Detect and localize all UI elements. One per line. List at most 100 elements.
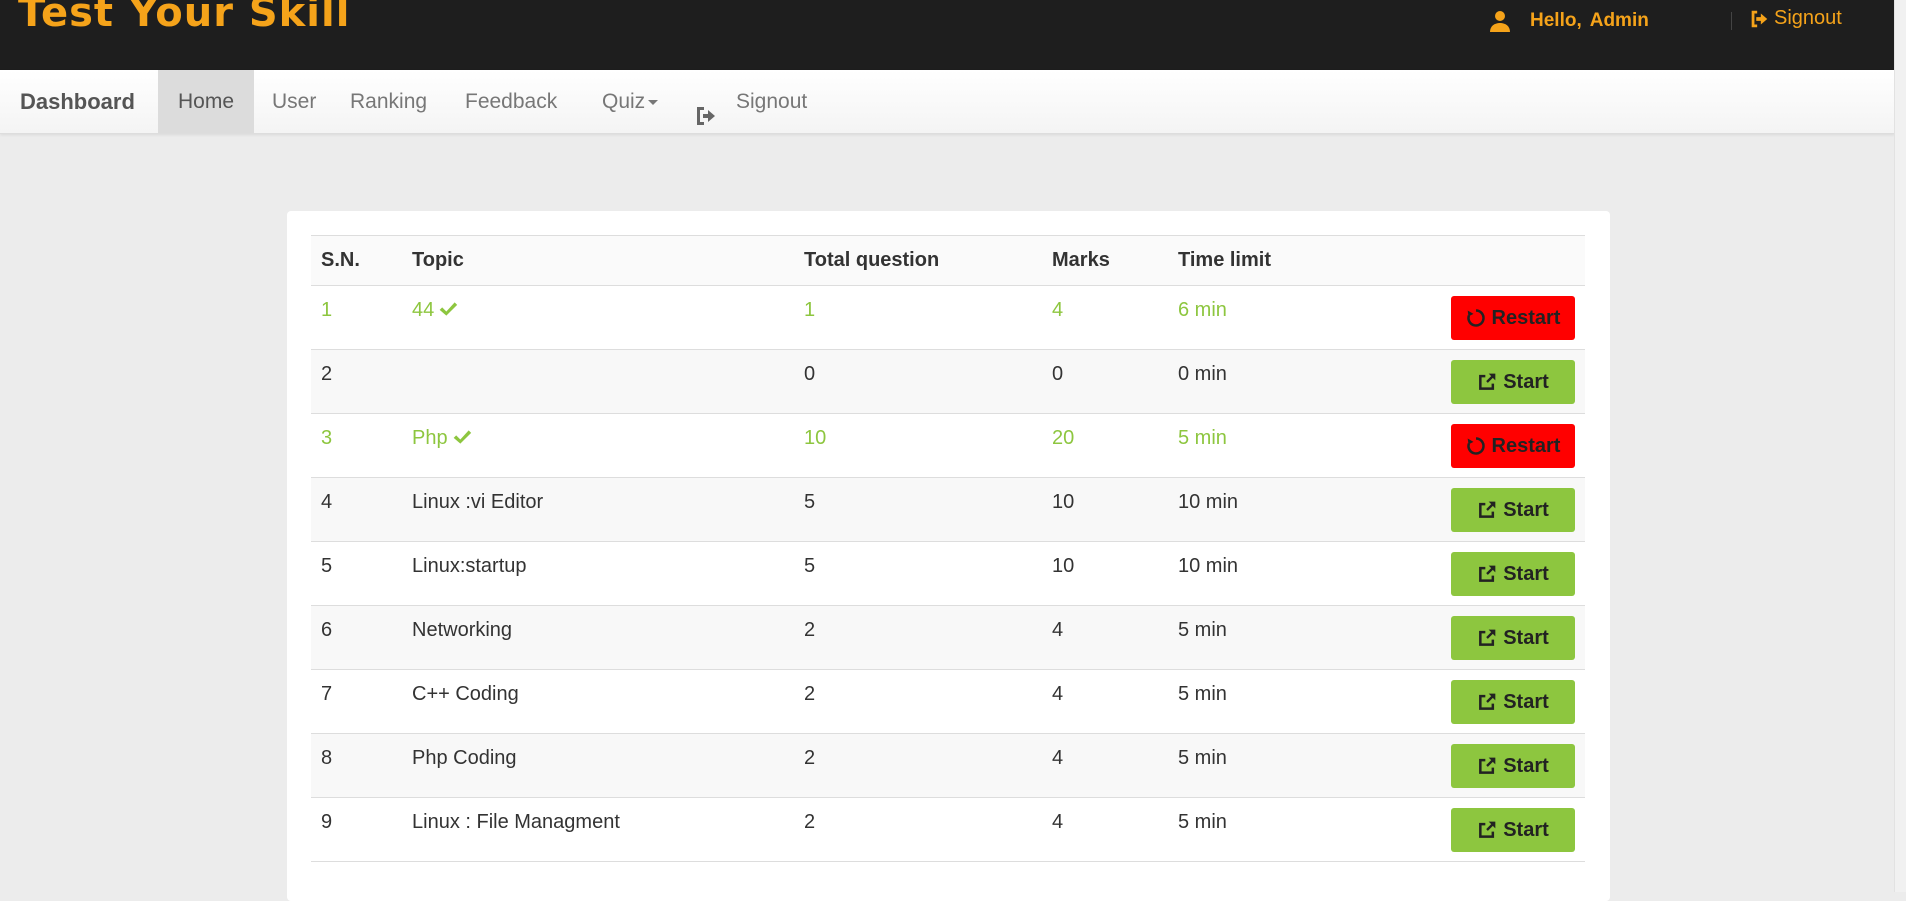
cell-action: Start: [1378, 541, 1585, 606]
cell-total-question: 5: [794, 541, 1042, 606]
start-button[interactable]: Start: [1451, 360, 1575, 404]
topic-text: Linux:startup: [412, 555, 527, 577]
cell-sn: 4: [311, 477, 402, 542]
cell-topic: [402, 349, 794, 414]
cell-total-question: 2: [794, 797, 1042, 862]
cell-time-limit: 5 min: [1168, 605, 1378, 670]
cell-marks: 20: [1042, 413, 1168, 478]
button-label: Start: [1503, 498, 1549, 521]
cell-marks: 4: [1042, 797, 1168, 862]
start-button[interactable]: Start: [1451, 680, 1575, 724]
external-link-icon: [1477, 628, 1497, 648]
cell-action: Start: [1378, 733, 1585, 798]
cell-time-limit: 6 min: [1168, 285, 1378, 350]
cell-marks: 0: [1042, 349, 1168, 414]
start-button[interactable]: Start: [1451, 616, 1575, 660]
col-sn: S.N.: [311, 235, 402, 286]
restart-button[interactable]: Restart: [1451, 424, 1575, 468]
topic-text: Php: [412, 427, 448, 449]
topic-text: Linux :vi Editor: [412, 491, 544, 513]
quiz-panel: S.N. Topic Total question Marks Time lim…: [287, 211, 1610, 901]
cell-topic: C++ Coding: [402, 669, 794, 734]
start-button[interactable]: Start: [1451, 552, 1575, 596]
cell-time-limit: 5 min: [1168, 797, 1378, 862]
check-icon: [452, 428, 472, 446]
cell-total-question: 10: [794, 413, 1042, 478]
nav-feedback[interactable]: Feedback: [465, 70, 557, 133]
vertical-scrollbar[interactable]: [1894, 0, 1906, 892]
cell-sn: 9: [311, 797, 402, 862]
cell-total-question: 0: [794, 349, 1042, 414]
cell-marks: 4: [1042, 669, 1168, 734]
button-label: Start: [1503, 754, 1549, 777]
cell-total-question: 5: [794, 477, 1042, 542]
cell-sn: 8: [311, 733, 402, 798]
cell-time-limit: 5 min: [1168, 669, 1378, 734]
quiz-table: S.N. Topic Total question Marks Time lim…: [311, 235, 1585, 862]
cell-action: Restart: [1378, 285, 1585, 350]
user-icon: [1488, 9, 1512, 33]
user-greeting: Hello, Admin: [1488, 9, 1649, 33]
cell-time-limit: 5 min: [1168, 413, 1378, 478]
table-row: 2000 min Start: [311, 349, 1585, 414]
external-link-icon: [1477, 820, 1497, 840]
cell-sn: 2: [311, 349, 402, 414]
greeting-text: Hello,: [1530, 10, 1582, 31]
cell-total-question: 1: [794, 285, 1042, 350]
nav-home[interactable]: Home: [158, 70, 254, 133]
topic-text: Linux : File Managment: [412, 811, 620, 833]
header-signout-label: Signout: [1774, 7, 1842, 29]
check-icon: [438, 300, 458, 318]
external-link-icon: [1477, 692, 1497, 712]
start-button[interactable]: Start: [1451, 808, 1575, 852]
cell-marks: 10: [1042, 541, 1168, 606]
external-link-icon: [1477, 564, 1497, 584]
cell-topic: Linux :vi Editor: [402, 477, 794, 542]
table-row: 5 Linux:startup 5 10 10 min Start: [311, 541, 1585, 606]
external-link-icon: [1477, 372, 1497, 392]
cell-topic: Linux : File Managment: [402, 797, 794, 862]
refresh-icon: [1466, 308, 1486, 328]
table-row: 8 Php Coding 2 4 5 min Start: [311, 733, 1585, 798]
nav-ranking[interactable]: Ranking: [350, 70, 427, 133]
col-marks: Marks: [1042, 235, 1168, 286]
topic-text: Php Coding: [412, 747, 517, 769]
cell-sn: 1: [311, 285, 402, 350]
brand-title: Test Your Skill: [18, 0, 351, 36]
table-body: 1 44 1 4 6 min Restart 2 0 0 0 min Start 3 Php 10 20 5 …: [311, 285, 1585, 862]
col-action: [1378, 235, 1585, 286]
cell-action: Restart: [1378, 413, 1585, 478]
nav-user[interactable]: User: [272, 70, 316, 133]
cell-sn: 6: [311, 605, 402, 670]
nav-dashboard[interactable]: Dashboard: [20, 70, 135, 133]
button-label: Start: [1503, 818, 1549, 841]
cell-sn: 3: [311, 413, 402, 478]
restart-button[interactable]: Restart: [1451, 296, 1575, 340]
col-time-limit: Time limit: [1168, 235, 1378, 286]
header-signout-link[interactable]: Signout: [1748, 7, 1842, 30]
nav-signout-label: Signout: [736, 90, 808, 113]
start-button[interactable]: Start: [1451, 488, 1575, 532]
nav-quiz-dropdown[interactable]: Quiz: [602, 70, 659, 133]
table-row: 6 Networking 2 4 5 min Start: [311, 605, 1585, 670]
button-label: Start: [1503, 626, 1549, 649]
nav-signout[interactable]: Signout: [694, 70, 807, 133]
cell-time-limit: 10 min: [1168, 477, 1378, 542]
cell-action: Start: [1378, 477, 1585, 542]
cell-sn: 7: [311, 669, 402, 734]
table-row: 9 Linux : File Managment 2 4 5 min Start: [311, 797, 1585, 862]
caret-down-icon: [648, 99, 659, 105]
user-name: Admin: [1589, 10, 1649, 31]
cell-topic: Linux:startup: [402, 541, 794, 606]
cell-action: Start: [1378, 349, 1585, 414]
cell-topic: Php Coding: [402, 733, 794, 798]
table-row: 4 Linux :vi Editor 5 10 10 min Start: [311, 477, 1585, 542]
button-label: Restart: [1491, 306, 1561, 329]
button-label: Start: [1503, 370, 1549, 393]
start-button[interactable]: Start: [1451, 744, 1575, 788]
sign-out-icon: [694, 90, 718, 125]
cell-topic: 44: [402, 285, 794, 350]
cell-marks: 4: [1042, 605, 1168, 670]
cell-marks: 10: [1042, 477, 1168, 542]
table-row: 3 Php 10 20 5 min Restart: [311, 413, 1585, 478]
